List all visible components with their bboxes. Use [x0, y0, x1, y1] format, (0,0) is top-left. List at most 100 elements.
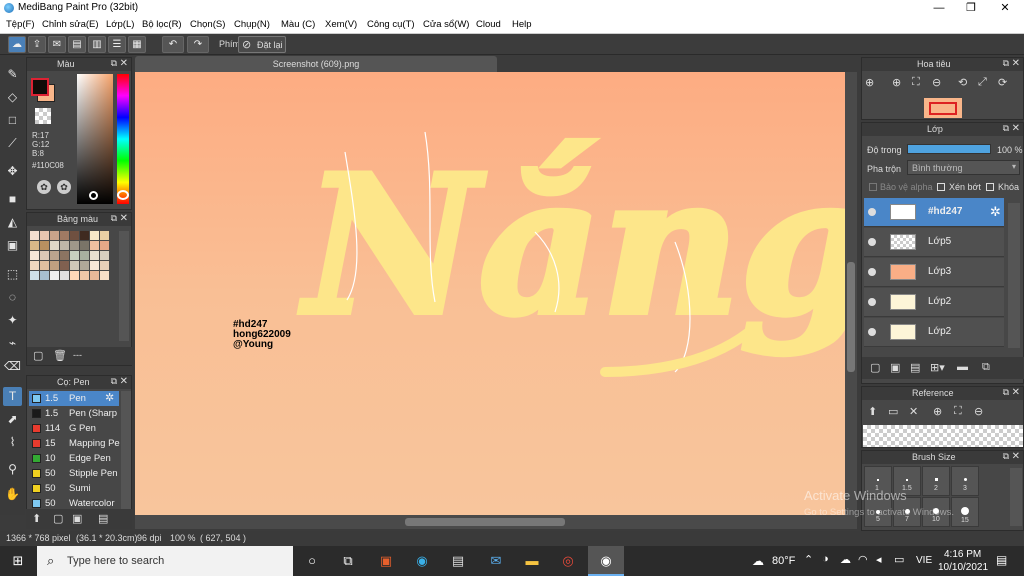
- palette-swatch[interactable]: [80, 231, 89, 240]
- maximize-button[interactable]: ❐: [954, 0, 988, 17]
- close-icon[interactable]: ✕: [1012, 451, 1020, 462]
- brush-item[interactable]: 50 Sumi: [29, 481, 119, 496]
- palette-swatch[interactable]: [60, 241, 69, 250]
- palette-swatch[interactable]: [40, 251, 49, 260]
- text-tool-icon[interactable]: T: [3, 387, 22, 406]
- menu-tools[interactable]: Công cụ(T): [367, 19, 415, 30]
- lasso-tool-icon[interactable]: ◌: [3, 288, 22, 307]
- chat-icon[interactable]: ▤: [68, 36, 86, 53]
- menu-file[interactable]: Tệp(F): [6, 19, 35, 30]
- brush-size-cell[interactable]: 3: [951, 466, 979, 496]
- office-icon[interactable]: ▣: [376, 552, 396, 570]
- layer-scrollbar[interactable]: [1008, 203, 1020, 348]
- close-button[interactable]: ✕: [988, 0, 1022, 17]
- blend-mode-select[interactable]: Bình thường ▾: [907, 160, 1020, 175]
- operation-tool-icon[interactable]: ⬈: [3, 410, 22, 429]
- menu-filter[interactable]: Bộ lọc(R): [142, 19, 182, 30]
- brush-item[interactable]: 114 G Pen: [29, 421, 119, 436]
- share-icon[interactable]: ⇪: [28, 36, 46, 53]
- duplicate-layer-icon[interactable]: ▣: [890, 361, 900, 374]
- minimize-button[interactable]: —: [922, 0, 956, 17]
- palette-swatch[interactable]: [30, 231, 39, 240]
- close-icon[interactable]: ✕: [120, 376, 128, 387]
- chevron-up-icon[interactable]: ⌃: [804, 553, 813, 566]
- horizontal-scroll-thumb[interactable]: [405, 518, 565, 526]
- fit-icon[interactable]: ⛶: [954, 405, 962, 418]
- palette-swatch[interactable]: [70, 251, 79, 260]
- eraser-tool-icon[interactable]: ◇: [3, 88, 22, 107]
- cloud-icon[interactable]: ☁: [8, 36, 26, 53]
- store-icon[interactable]: ▤: [448, 552, 468, 570]
- rotate-left-icon[interactable]: ⟲: [958, 76, 967, 89]
- hand-tool-icon[interactable]: ✋: [3, 485, 22, 504]
- menu-color[interactable]: Màu (C): [281, 19, 315, 30]
- menu-cloud[interactable]: Cloud: [476, 19, 501, 30]
- brush-menu-icon[interactable]: ▣: [72, 512, 82, 525]
- menu-layer[interactable]: Lớp(L): [106, 19, 134, 30]
- palette-swatch[interactable]: [60, 231, 69, 240]
- merge-layer-icon[interactable]: ▤: [910, 361, 920, 374]
- bucket-tool-icon[interactable]: ◭: [3, 213, 22, 232]
- new-palette-icon[interactable]: ▢: [33, 349, 43, 362]
- color-settings-icon[interactable]: ✿: [57, 180, 71, 194]
- input-language[interactable]: VIE: [916, 555, 932, 566]
- clock-time[interactable]: 4:16 PM: [944, 549, 981, 560]
- palette-swatch[interactable]: [30, 241, 39, 250]
- folder-icon[interactable]: ▬: [957, 361, 968, 373]
- brush-size-scrollbar[interactable]: [1010, 468, 1022, 526]
- palette-swatch[interactable]: [40, 241, 49, 250]
- palette-swatch[interactable]: [40, 261, 49, 270]
- palette-swatch[interactable]: [100, 261, 109, 270]
- wifi-icon[interactable]: ◠: [858, 553, 868, 566]
- task-view-icon[interactable]: ⧉: [338, 552, 358, 570]
- palette-swatch[interactable]: [50, 271, 59, 280]
- zoom-in-icon[interactable]: ⊕: [933, 405, 942, 418]
- network-status-icon[interactable]: ◑: [822, 553, 829, 565]
- eye-icon[interactable]: [868, 298, 876, 306]
- palette-swatch[interactable]: [50, 261, 59, 270]
- brush-item[interactable]: 10 Edge Pen: [29, 451, 119, 466]
- float-icon[interactable]: ⧉: [1003, 387, 1009, 398]
- fullscreen-icon[interactable]: ⤢: [978, 76, 987, 89]
- gradient-tool-icon[interactable]: ▣: [3, 236, 22, 255]
- document-tab[interactable]: Screenshot (609).png: [135, 56, 497, 72]
- select-eraser-icon[interactable]: ⌫: [3, 357, 22, 376]
- move-tool-icon[interactable]: ✥: [3, 162, 22, 181]
- file-explorer-icon[interactable]: ▬: [522, 552, 542, 570]
- palette-swatch[interactable]: [30, 271, 39, 280]
- mail-icon[interactable]: ✉: [486, 552, 506, 570]
- eye-icon[interactable]: [868, 238, 876, 246]
- palette-swatch[interactable]: [60, 261, 69, 270]
- palette-swatch[interactable]: [70, 271, 79, 280]
- palette-swatch[interactable]: [80, 251, 89, 260]
- undo-icon[interactable]: ↶: [162, 36, 184, 53]
- add-layer-menu-icon[interactable]: ⊞▾: [930, 361, 945, 374]
- palette-swatch[interactable]: [50, 241, 59, 250]
- brush-size-cell[interactable]: 15: [951, 497, 979, 527]
- palette-swatch[interactable]: [50, 251, 59, 260]
- grid-icon[interactable]: ▦: [128, 36, 146, 53]
- palette-swatch[interactable]: [70, 261, 79, 270]
- close-icon[interactable]: ✕: [1012, 387, 1020, 398]
- palette-swatch[interactable]: [30, 261, 39, 270]
- menu-view[interactable]: Xem(V): [325, 19, 357, 30]
- palette-swatch[interactable]: [40, 231, 49, 240]
- palette-swatch[interactable]: [100, 231, 109, 240]
- canvas-horizontal-scrollbar[interactable]: [135, 515, 857, 529]
- close-icon[interactable]: ✕: [1012, 123, 1020, 134]
- palette-swatch[interactable]: [60, 251, 69, 260]
- layer-row[interactable]: #hd247 ✲: [864, 198, 1004, 227]
- shape-tool-icon[interactable]: □: [3, 111, 22, 130]
- close-icon[interactable]: ✕: [1012, 58, 1020, 69]
- hue-slider[interactable]: [117, 74, 129, 204]
- taskbar-search-box[interactable]: ⌕ Type here to search: [37, 546, 293, 576]
- close-icon[interactable]: ✕: [120, 213, 128, 224]
- upload-icon[interactable]: ⬆: [868, 405, 877, 418]
- transparent-color-swatch[interactable]: [35, 108, 51, 124]
- gear-icon[interactable]: ✲: [990, 204, 1001, 220]
- close-reference-icon[interactable]: ✕: [909, 405, 918, 418]
- palette-swatch[interactable]: [100, 241, 109, 250]
- layer-row[interactable]: Lớp2: [864, 318, 1004, 347]
- palette-swatch[interactable]: [90, 251, 99, 260]
- navigator-thumbnail[interactable]: [924, 98, 962, 118]
